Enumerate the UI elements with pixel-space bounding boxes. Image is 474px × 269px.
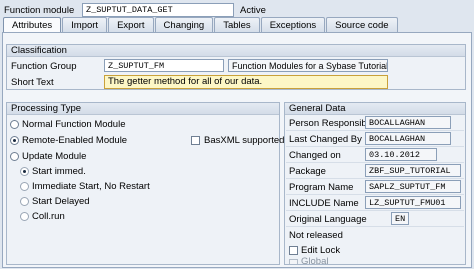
last-changed-by-label: Last Changed By [289, 134, 362, 145]
remote-enabled-module-radio[interactable] [10, 136, 19, 145]
tab-export[interactable]: Export [108, 17, 154, 33]
row-separator [286, 178, 464, 179]
immediate-start-no-restart-label: Immediate Start, No Restart [32, 181, 150, 192]
processing-type-title: Processing Type [7, 103, 279, 115]
person-responsible-field[interactable]: BOCALLAGHAN [365, 116, 451, 129]
original-language-field[interactable]: EN [391, 212, 409, 225]
changed-on-label: Changed on [289, 150, 341, 161]
include-name-field[interactable]: LZ_SUPTUT_FMU01 [365, 196, 461, 209]
tab-tables[interactable]: Tables [214, 17, 260, 33]
include-name-label: INCLUDE Name [289, 198, 359, 209]
changed-on-field[interactable]: 03.10.2012 [365, 148, 437, 161]
not-released-text: Not released [289, 230, 343, 241]
function-module-field[interactable]: Z_SUPTUT_DATA_GET [82, 3, 234, 17]
status-text: Active [240, 5, 266, 16]
function-group-description: Function Modules for a Sybase Tutorial [228, 59, 388, 72]
classification-title: Classification [7, 45, 465, 57]
package-field[interactable]: ZBF_SUP_TUTORIAL [365, 164, 461, 177]
basxml-supported-label: BasXML supported [204, 135, 285, 146]
start-immed-label: Start immed. [32, 166, 86, 177]
start-delayed-label: Start Delayed [32, 196, 90, 207]
row-separator [286, 210, 464, 211]
short-text-label: Short Text [11, 77, 54, 88]
general-data-group: General Data Person Responsible BOCALLAG… [284, 102, 466, 267]
row-separator [286, 194, 464, 195]
classification-group: Classification Function Group Z_SUPTUT_F… [6, 44, 466, 90]
normal-function-module-radio[interactable] [10, 120, 19, 129]
basxml-supported-checkbox[interactable] [191, 136, 200, 145]
short-text-field[interactable]: The getter method for all of our data. [104, 75, 388, 89]
tab-strip: Attributes Import Export Changing Tables… [3, 17, 399, 33]
update-module-label: Update Module [22, 151, 87, 162]
edit-lock-checkbox[interactable] [289, 246, 298, 255]
program-name-label: Program Name [289, 182, 354, 193]
tab-changing[interactable]: Changing [154, 17, 214, 33]
normal-function-module-label: Normal Function Module [22, 119, 126, 130]
original-language-label: Original Language [289, 214, 367, 225]
processing-type-group: Processing Type Normal Function Module R… [6, 102, 284, 265]
row-separator [286, 130, 464, 131]
tab-source-code[interactable]: Source code [326, 17, 398, 33]
tab-attributes[interactable]: Attributes [3, 17, 62, 33]
package-label: Package [289, 166, 326, 177]
coll-run-label: Coll.run [32, 211, 65, 222]
row-separator [286, 162, 464, 163]
row-separator [286, 226, 464, 227]
global-label: Global [301, 256, 329, 267]
function-group-label: Function Group [11, 61, 77, 72]
general-data-title: General Data [285, 103, 465, 115]
row-separator [286, 146, 464, 147]
update-module-radio[interactable] [10, 152, 19, 161]
coll-run-radio[interactable] [20, 212, 29, 221]
last-changed-by-field[interactable]: BOCALLAGHAN [365, 132, 451, 145]
person-responsible-label: Person Responsible [289, 118, 375, 129]
start-immed-radio[interactable] [20, 167, 29, 176]
immediate-start-no-restart-radio[interactable] [20, 182, 29, 191]
start-delayed-radio[interactable] [20, 197, 29, 206]
program-name-field[interactable]: SAPLZ_SUPTUT_FM [365, 180, 461, 193]
tab-exceptions[interactable]: Exceptions [260, 17, 326, 33]
global-checkbox[interactable] [289, 259, 298, 264]
edit-lock-label: Edit Lock [301, 245, 341, 256]
tab-import[interactable]: Import [62, 17, 108, 33]
function-module-label: Function module [4, 5, 75, 16]
function-group-field[interactable]: Z_SUPTUT_FM [104, 59, 224, 72]
remote-enabled-module-label: Remote-Enabled Module [22, 135, 128, 146]
